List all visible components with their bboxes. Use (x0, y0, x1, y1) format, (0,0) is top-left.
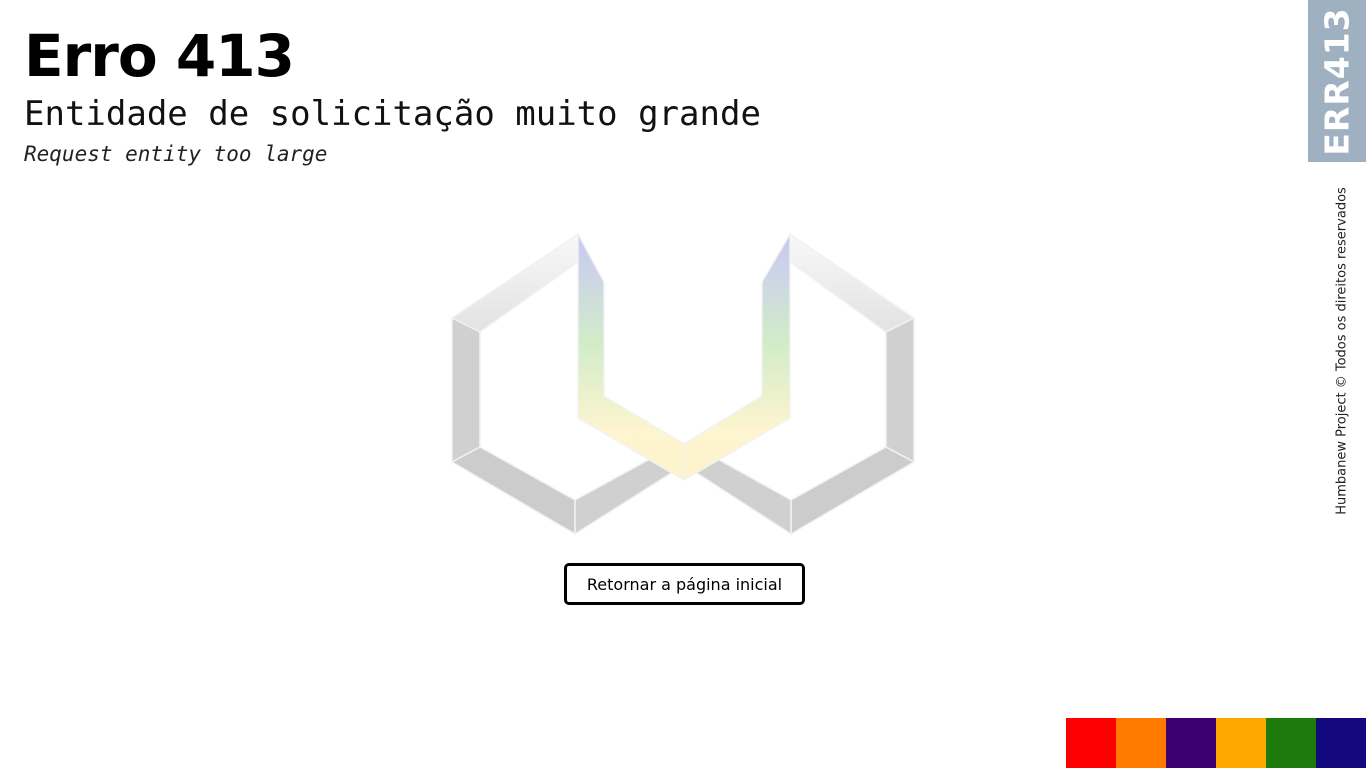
swatch-green (1266, 718, 1316, 768)
swatch-amber (1216, 718, 1266, 768)
logo-right-inner-arm (683, 233, 791, 481)
page-title: Erro 413 (24, 22, 295, 90)
error-code-label: ERR413 (1317, 6, 1357, 156)
error-subtitle: Entidade de solicitação muito grande (24, 94, 761, 134)
logo-left-top-edge (451, 233, 579, 333)
logo-left-side (451, 317, 481, 463)
return-home-button[interactable]: Retornar a página inicial (564, 563, 805, 605)
color-palette (1066, 718, 1366, 768)
error-code-tab: ERR413 (1308, 0, 1366, 162)
logo-right-top-edge (789, 233, 915, 333)
swatch-orange (1116, 718, 1166, 768)
swatch-indigo (1316, 718, 1366, 768)
swatch-purple (1166, 718, 1216, 768)
copyright-text: Humbanew Project © Todos os direitos res… (1334, 187, 1350, 515)
swatch-red (1066, 718, 1116, 768)
double-hexagon-logo-icon (451, 233, 915, 535)
logo-right-bottom-edge (790, 446, 915, 535)
logo-right-side (885, 317, 915, 463)
error-subtitle-english: Request entity too large (24, 142, 328, 166)
logo-left-bottom-edge (451, 446, 576, 535)
logo-left-inner-arm (577, 233, 685, 481)
